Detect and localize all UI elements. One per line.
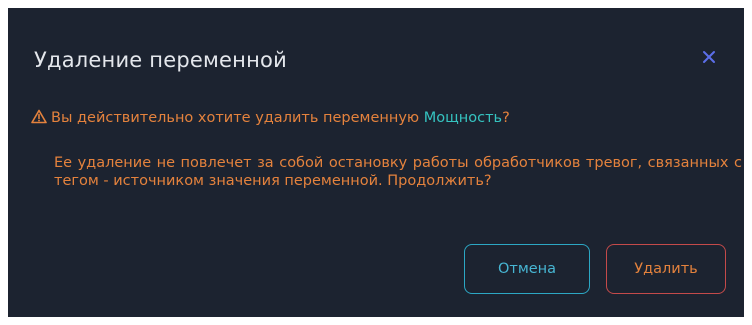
- warning-suffix-text: ?: [502, 110, 510, 126]
- delete-variable-dialog: Удаление переменной Вы действительно хот…: [8, 8, 744, 317]
- cancel-button[interactable]: Отмена: [464, 244, 590, 294]
- variable-name: Мощность: [423, 110, 503, 126]
- close-icon: [703, 51, 715, 63]
- close-button[interactable]: [698, 46, 720, 68]
- warning-question: Вы действительно хотите удалить переменн…: [31, 109, 510, 126]
- delete-button[interactable]: Удалить: [606, 244, 726, 294]
- warning-prefix-text: Вы действительно хотите удалить переменн…: [51, 110, 420, 126]
- dialog-title: Удаление переменной: [34, 48, 287, 72]
- dialog-message: Ее удаление не повлечет за собой останов…: [54, 155, 742, 189]
- warning-triangle-icon: [31, 109, 47, 124]
